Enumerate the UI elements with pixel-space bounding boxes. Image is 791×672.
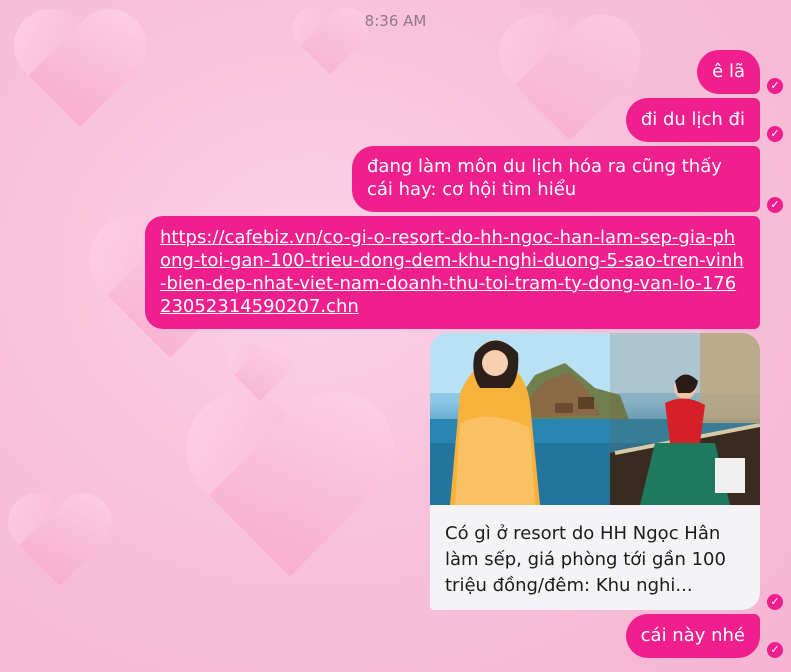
seen-check-icon: ✓ xyxy=(767,126,783,142)
heart-decoration xyxy=(180,396,400,594)
link-preview-card[interactable]: Có gì ở resort do HH Ngọc Hân làm sếp, g… xyxy=(430,333,760,610)
heart-decoration xyxy=(225,344,295,407)
sent-message[interactable]: đang làm môn du lịch hóa ra cũng thấy cá… xyxy=(352,146,760,212)
message-text: ê lã xyxy=(712,61,745,82)
message-text: đang làm môn du lịch hóa ra cũng thấy cá… xyxy=(367,156,722,200)
heart-decoration xyxy=(495,18,645,153)
message-timestamp: 8:36 AM xyxy=(364,12,427,30)
seen-check-icon: ✓ xyxy=(767,78,783,94)
heart-decoration xyxy=(5,496,115,595)
link-message[interactable]: https://cafebiz.vn/co-gi-o-resort-do-hh-… xyxy=(145,216,760,329)
sent-message[interactable]: ê lã xyxy=(697,50,760,94)
seen-check-icon: ✓ xyxy=(767,594,783,610)
preview-image xyxy=(430,333,760,505)
preview-title: Có gì ở resort do HH Ngọc Hân làm sếp, g… xyxy=(445,523,726,596)
message-text: cái này nhé xyxy=(640,625,745,646)
sent-message[interactable]: đi du lịch đi xyxy=(625,98,760,142)
sent-message[interactable]: cái này nhé xyxy=(625,614,760,658)
message-text: đi du lịch đi xyxy=(640,109,745,130)
seen-check-icon: ✓ xyxy=(767,197,783,213)
heart-decoration xyxy=(10,12,150,138)
seen-check-icon: ✓ xyxy=(767,642,783,658)
url-link[interactable]: https://cafebiz.vn/co-gi-o-resort-do-hh-… xyxy=(160,227,744,317)
